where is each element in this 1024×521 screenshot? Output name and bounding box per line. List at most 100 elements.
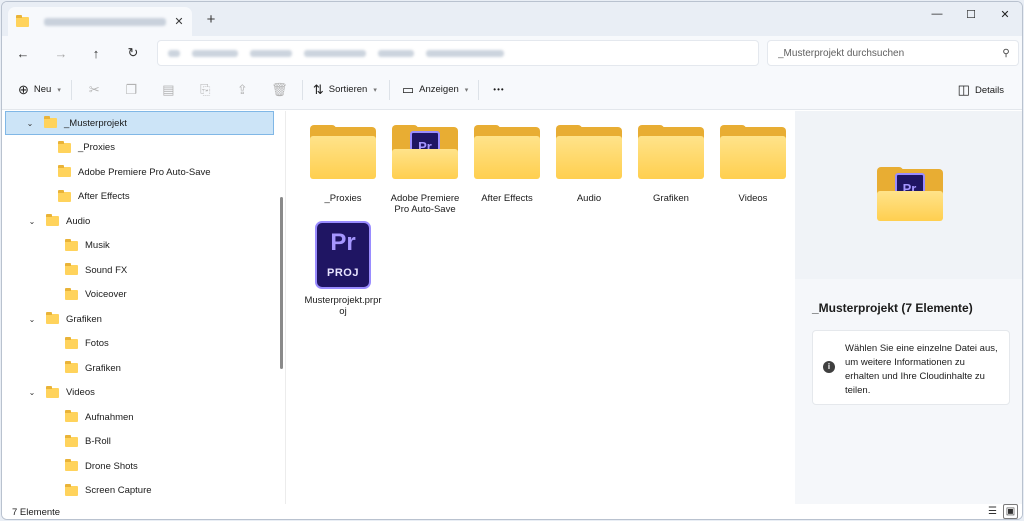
sidebar-item-label: Drone Shots <box>85 460 138 472</box>
up-button[interactable]: ↑ <box>84 41 108 65</box>
sort-button[interactable]: ⇅ Sortieren ▾ <box>307 75 383 105</box>
file-item[interactable]: Grafiken <box>632 125 710 204</box>
sidebar-item-label: Adobe Premiere Pro Auto-Save <box>78 166 211 178</box>
new-tab-button[interactable]: + <box>201 10 221 30</box>
address-bar-row: ← → ↑ ↻ ⚲ <box>2 36 1022 70</box>
rename-icon: ⎘ <box>200 81 211 97</box>
file-item[interactable]: Pr PROJ Musterprojekt.prproj <box>304 221 382 317</box>
sidebar-item[interactable]: Screen Capture <box>2 479 274 503</box>
info-text: Wählen Sie eine einzelne Datei aus, um w… <box>845 343 998 396</box>
details-title: _Musterprojekt (7 Elemente) <box>812 301 973 315</box>
sidebar-item[interactable]: Aufnahmen <box>2 405 274 429</box>
folder-premiere-preview-icon: Pr <box>876 167 943 221</box>
info-box: i Wählen Sie eine einzelne Datei aus, um… <box>812 330 1010 405</box>
folder-icon <box>58 189 71 202</box>
folder-icon <box>65 361 78 373</box>
command-bar: ⊕ Neu ▾ ✂ ❐ ▤ ⎘ ⇪ 🗑 ⇅ Sortieren ▾ ▭ Anze… <box>2 70 1022 110</box>
breadcrumb-segment-redacted[interactable] <box>426 49 504 57</box>
large-icons-view-icon[interactable]: ▣ <box>1003 504 1018 519</box>
tab-active[interactable]: ✕ <box>8 7 192 36</box>
file-label: After Effects <box>481 193 533 204</box>
sidebar-item[interactable]: B-Roll <box>2 430 274 454</box>
breadcrumb-segment-redacted[interactable] <box>378 49 414 57</box>
sidebar-item[interactable]: ⌄ Audio <box>2 209 274 233</box>
breadcrumb-segment-redacted[interactable] <box>250 49 292 57</box>
folder-icon <box>65 483 78 496</box>
breadcrumb-segment-redacted[interactable] <box>192 49 238 57</box>
item-count: 7 Elemente <box>12 507 61 518</box>
chevron-down-icon[interactable]: ⌄ <box>26 315 38 324</box>
breadcrumb[interactable] <box>157 40 759 66</box>
search-icon[interactable]: ⚲ <box>994 48 1018 59</box>
folder-icon <box>720 125 786 179</box>
sidebar-item[interactable]: Musik <box>2 234 274 258</box>
delete-button[interactable]: 🗑 <box>261 75 298 105</box>
sidebar-item[interactable]: After Effects <box>2 185 274 209</box>
sidebar-item-label: Videos <box>66 387 95 398</box>
copy-button[interactable]: ❐ <box>113 75 150 105</box>
file-label: _Proxies <box>324 193 362 204</box>
file-item[interactable]: After Effects <box>468 125 546 204</box>
monitor-icon: ▭ <box>401 81 415 97</box>
file-item[interactable]: _Proxies <box>304 125 382 204</box>
close-window-button[interactable]: ✕ <box>988 2 1022 26</box>
sidebar-item[interactable]: ⌄ Videos <box>2 381 274 405</box>
file-item[interactable]: Audio <box>550 125 628 204</box>
search-box[interactable]: ⚲ <box>767 40 1019 66</box>
chevron-down-icon[interactable]: ⌄ <box>26 217 38 226</box>
chevron-down-icon[interactable]: ⌄ <box>24 119 36 128</box>
chevron-down-icon[interactable]: ⌄ <box>26 388 38 397</box>
paste-button[interactable]: ▤ <box>150 75 187 105</box>
more-options-button[interactable]: ••• <box>483 75 514 105</box>
sidebar-item[interactable]: ⌄ Grafiken <box>2 307 274 331</box>
info-icon: i <box>823 361 835 373</box>
maximize-button[interactable]: ☐ <box>954 2 988 26</box>
folder-icon <box>65 410 78 422</box>
sidebar-item[interactable]: Voiceover <box>2 283 274 307</box>
folder-icon <box>16 14 29 27</box>
premiere-project-icon: Pr PROJ <box>315 221 371 289</box>
folder-icon <box>46 312 59 324</box>
sidebar-item[interactable]: _Proxies <box>2 136 274 160</box>
plus-circle-icon: ⊕ <box>18 81 29 97</box>
refresh-button[interactable]: ↻ <box>121 41 145 65</box>
back-button[interactable]: ← <box>11 41 35 65</box>
folder-icon <box>638 125 704 179</box>
details-button-label: Details <box>974 84 1004 96</box>
window-controls: — ☐ ✕ <box>920 2 1022 26</box>
cut-button[interactable]: ✂ <box>76 75 113 105</box>
details-pane-icon: ◫ <box>957 82 970 97</box>
sidebar-item[interactable]: Fotos <box>2 332 274 356</box>
file-list: _Proxies Pr Adobe Premiere Pro Auto-Save Af… <box>288 111 794 504</box>
sidebar-item-label: Grafiken <box>85 362 121 374</box>
rename-button[interactable]: ⎘ <box>187 75 224 105</box>
sidebar-item[interactable]: Grafiken <box>2 356 274 380</box>
details-view-icon[interactable]: ☰ <box>985 504 1000 519</box>
trash-icon: 🗑 <box>271 81 288 97</box>
sidebar-item[interactable]: ⌄ _Musterprojekt <box>5 111 274 135</box>
sidebar-item-label: Aufnahmen <box>85 411 134 423</box>
details-pane-button[interactable]: ◫ Details <box>952 75 1010 105</box>
proj-badge: PROJ <box>327 267 359 279</box>
view-button[interactable]: ▭ Anzeigen ▾ <box>396 75 474 105</box>
folder-icon <box>65 287 78 300</box>
sort-arrows-icon: ⇅ <box>312 81 324 97</box>
sidebar-item-label: _Proxies <box>78 142 115 153</box>
sidebar-item[interactable]: Sound FX <box>2 258 274 282</box>
sidebar-scrollbar[interactable] <box>280 197 283 369</box>
file-item[interactable]: Pr Adobe Premiere Pro Auto-Save <box>386 125 464 215</box>
file-item[interactable]: Videos <box>714 125 792 204</box>
breadcrumb-segment-redacted[interactable] <box>168 49 180 57</box>
sidebar-item[interactable]: Adobe Premiere Pro Auto-Save <box>2 160 274 184</box>
breadcrumb-segment-redacted[interactable] <box>304 49 366 57</box>
divider <box>388 79 390 100</box>
forward-button[interactable]: → <box>49 41 73 65</box>
search-input[interactable] <box>778 47 994 59</box>
file-label: Audio <box>576 193 602 204</box>
close-tab-icon[interactable]: ✕ <box>166 15 192 28</box>
copy-icon: ❐ <box>125 81 138 97</box>
minimize-button[interactable]: — <box>920 2 954 26</box>
sidebar-item[interactable]: Drone Shots <box>2 454 274 478</box>
new-button[interactable]: ⊕ Neu ▾ <box>12 75 67 105</box>
share-button[interactable]: ⇪ <box>224 75 261 105</box>
